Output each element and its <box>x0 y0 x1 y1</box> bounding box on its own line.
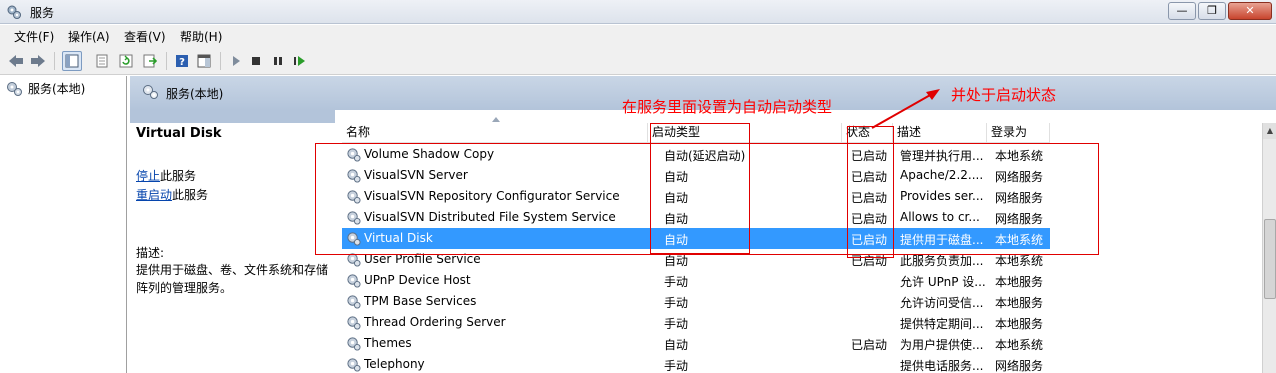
startup-type-cell: 手动 <box>664 275 689 289</box>
status-cell: 已启动 <box>851 338 888 352</box>
service-gear-icon <box>347 337 361 351</box>
menu-view[interactable]: 查看(V) <box>124 28 166 45</box>
stop-service-line: 停止此服务 <box>136 167 196 184</box>
properties-icon[interactable] <box>92 51 112 71</box>
description-cell: 提供特定期间... <box>900 317 984 331</box>
annotation-box-status-column <box>847 126 894 258</box>
service-gear-icon <box>347 295 361 309</box>
annotation-startup-type: 在服务里面设置为自动启动类型 <box>622 98 833 116</box>
service-name-cell: Themes <box>364 336 412 350</box>
tree-item-label: 服务(本地) <box>28 82 86 96</box>
logon-cell: 本地服务 <box>995 275 1044 289</box>
service-gear-icon <box>347 358 361 372</box>
description-cell: 提供电话服务... <box>900 359 984 373</box>
stop-service-icon[interactable] <box>246 51 266 71</box>
startup-type-cell: 自动 <box>664 338 689 352</box>
refresh-icon[interactable] <box>116 51 136 71</box>
svg-text:?: ? <box>179 57 185 68</box>
column-header-label: 名称 <box>346 125 371 139</box>
annotation-box-startup-column <box>650 123 750 254</box>
pause-service-icon[interactable] <box>268 51 288 71</box>
sort-arrow-icon <box>492 117 500 122</box>
service-name-cell: TPM Base Services <box>364 294 477 308</box>
logon-cell: 本地服务 <box>995 317 1044 331</box>
menu-bar: 文件(F) 操作(A) 查看(V) 帮助(H) <box>0 25 1276 47</box>
service-description-pane: Virtual Disk 停止此服务 重启动此服务 描述: 提供用于磁盘、卷、文… <box>130 123 335 373</box>
menu-help[interactable]: 帮助(H) <box>180 28 222 45</box>
services-gear-icon <box>143 85 158 99</box>
vertical-scrollbar[interactable]: ▲ <box>1262 123 1276 373</box>
stop-service-link[interactable]: 停止 <box>136 169 160 183</box>
toolbar-separator <box>220 52 221 70</box>
pane-header-extension <box>130 110 335 123</box>
restart-service-link[interactable]: 重启动 <box>136 188 172 202</box>
description-text: 提供用于磁盘、卷、文件系统和存储阵列的管理服务。 <box>136 263 329 295</box>
startup-type-cell: 手动 <box>664 359 689 373</box>
tree-item-services-local[interactable]: 服务(本地) <box>6 80 85 97</box>
menu-action[interactable]: 操作(A) <box>68 28 110 45</box>
restart-service-icon[interactable] <box>290 51 310 71</box>
service-row[interactable]: Themes 自动 已启动 为用户提供使... 本地系统 <box>342 333 1050 354</box>
services-gear-icon <box>7 81 22 96</box>
service-row[interactable]: UPnP Device Host 手动 允许 UPnP 设... 本地服务 <box>342 270 1050 291</box>
forward-icon[interactable] <box>28 51 48 71</box>
service-gear-icon <box>347 274 361 288</box>
description-label: 描述: <box>136 246 165 260</box>
minimize-icon: — <box>1176 4 1188 17</box>
minimize-button[interactable]: — <box>1168 2 1196 20</box>
startup-type-cell: 手动 <box>664 296 689 310</box>
logon-cell: 网络服务 <box>995 359 1044 373</box>
help-icon[interactable]: ? <box>172 51 192 71</box>
close-icon: ✕ <box>1245 4 1255 17</box>
scroll-up-icon[interactable]: ▲ <box>1263 123 1276 139</box>
window-title: 服务 <box>30 6 55 20</box>
stop-service-suffix: 此服务 <box>160 169 197 183</box>
close-button[interactable]: ✕ <box>1228 2 1272 20</box>
service-row[interactable]: Thread Ordering Server 手动 提供特定期间... 本地服务 <box>342 312 1050 333</box>
title-bar: 服务 — ❐ ✕ <box>0 0 1276 24</box>
column-header-name[interactable]: 名称 <box>342 123 648 143</box>
toolbar-separator <box>166 52 167 70</box>
service-name-cell: UPnP Device Host <box>364 273 471 287</box>
column-header-logon[interactable]: 登录为 <box>987 123 1050 143</box>
scroll-thumb[interactable] <box>1264 219 1276 299</box>
show-hide-action-pane-icon[interactable] <box>194 51 214 71</box>
selected-service-name: Virtual Disk <box>136 126 222 141</box>
start-service-icon[interactable] <box>226 51 246 71</box>
service-row[interactable]: Telephony 手动 提供电话服务... 网络服务 <box>342 354 1050 373</box>
toolbar: ? <box>0 47 1276 75</box>
menu-file[interactable]: 文件(F) <box>14 28 54 45</box>
service-name-cell: Telephony <box>364 357 425 371</box>
logon-cell: 本地服务 <box>995 296 1044 310</box>
restart-service-line: 重启动此服务 <box>136 186 208 203</box>
logon-cell: 本地系统 <box>995 338 1044 352</box>
column-header-label: 登录为 <box>991 125 1028 139</box>
maximize-button[interactable]: ❐ <box>1198 2 1226 20</box>
description-cell: 允许访问受信... <box>900 296 984 310</box>
services-window: 服务 — ❐ ✕ 文件(F) 操作(A) 查看(V) 帮助(H) ? 服务(本地… <box>0 0 1276 373</box>
back-icon[interactable] <box>6 51 26 71</box>
annotation-arrow-icon <box>871 89 940 129</box>
services-gear-icon <box>7 5 21 19</box>
startup-type-cell: 手动 <box>664 317 689 331</box>
description-cell: 允许 UPnP 设... <box>900 275 986 289</box>
console-tree: 服务(本地) <box>0 76 127 373</box>
service-row[interactable]: TPM Base Services 手动 允许访问受信... 本地服务 <box>342 291 1050 312</box>
annotation-running-state: 并处于启动状态 <box>951 86 1057 104</box>
service-name-cell: Thread Ordering Server <box>364 315 506 329</box>
description-cell: 为用户提供使... <box>900 338 984 352</box>
pane-title: 服务(本地) <box>166 87 224 101</box>
toolbar-separator <box>54 52 55 70</box>
export-list-icon[interactable] <box>140 51 160 71</box>
show-hide-console-tree-icon[interactable] <box>62 51 82 71</box>
service-gear-icon <box>347 316 361 330</box>
restart-service-suffix: 此服务 <box>172 188 209 202</box>
maximize-icon: ❐ <box>1207 4 1217 17</box>
